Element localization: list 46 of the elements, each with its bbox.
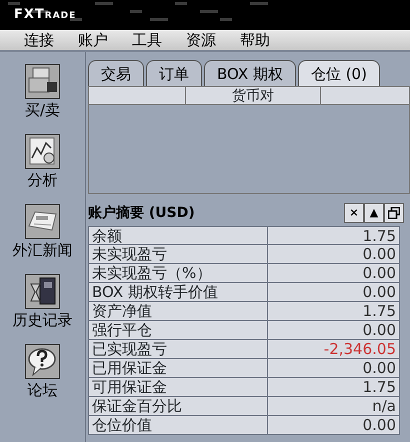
value-cell: 1.75 [268, 226, 400, 245]
label-cell: BOX 期权转手价值 [88, 283, 268, 302]
label-cell: 保证金百分比 [88, 397, 268, 416]
question-bubble-icon [25, 344, 60, 379]
tab[interactable]: BOX 期权 [204, 60, 296, 86]
close-button[interactable]: × [344, 203, 364, 223]
value-cell: 0.00 [268, 416, 400, 435]
sidebar-button[interactable]: 分析 [25, 134, 60, 204]
label-cell: 已用保证金 [88, 359, 268, 378]
chart-icon [25, 134, 60, 169]
logo: FXTrade [14, 8, 76, 21]
value-cell: 0.00 [268, 359, 400, 378]
value-cell: -2,346.05 [268, 340, 400, 359]
value-cell: n/a [268, 397, 400, 416]
tab[interactable]: 订单 [146, 60, 202, 86]
value-cell: 0.00 [268, 245, 400, 264]
value-cell: 1.75 [268, 378, 400, 397]
hourglass-book-icon [25, 274, 60, 309]
sidebar-button[interactable]: 论坛 [25, 344, 60, 414]
menu-item[interactable]: 工具 [132, 32, 162, 48]
label-cell: 仓位价值 [88, 416, 268, 435]
restore-button[interactable] [384, 203, 404, 223]
value-cell: 1.75 [268, 302, 400, 321]
menu-item[interactable]: 资源 [186, 32, 216, 48]
panel-title: 账户摘要 (USD) [88, 204, 196, 222]
label-cell: 可用保证金 [88, 378, 268, 397]
collapse-button[interactable]: ▲ [364, 203, 384, 223]
menu-item[interactable]: 账户 [78, 32, 108, 48]
value-cell: 0.00 [268, 283, 400, 302]
sidebar-button[interactable]: 买/卖 [24, 64, 60, 134]
tab[interactable]: 仓位 (0) [298, 60, 380, 86]
label-cell: 已实现盈亏 [88, 340, 268, 359]
tab[interactable]: 交易 [88, 60, 144, 86]
label-cell: 强行平仓 [88, 321, 268, 340]
menu-item[interactable]: 帮助 [240, 32, 270, 48]
label-cell: 未实现盈亏 [88, 245, 268, 264]
column-header: 货币对 [186, 87, 321, 104]
value-cell: 0.00 [268, 321, 400, 340]
label-cell: 未实现盈亏（%） [88, 264, 268, 283]
sidebar-button[interactable]: 历史记录 [12, 274, 72, 344]
value-cell: 0.00 [268, 264, 400, 283]
label-cell: 资产净值 [88, 302, 268, 321]
menu-item[interactable]: 连接 [24, 32, 54, 48]
label-cell: 余额 [88, 226, 268, 245]
newspaper-icon [25, 204, 60, 239]
sidebar-button[interactable]: 外汇新闻 [12, 204, 72, 274]
